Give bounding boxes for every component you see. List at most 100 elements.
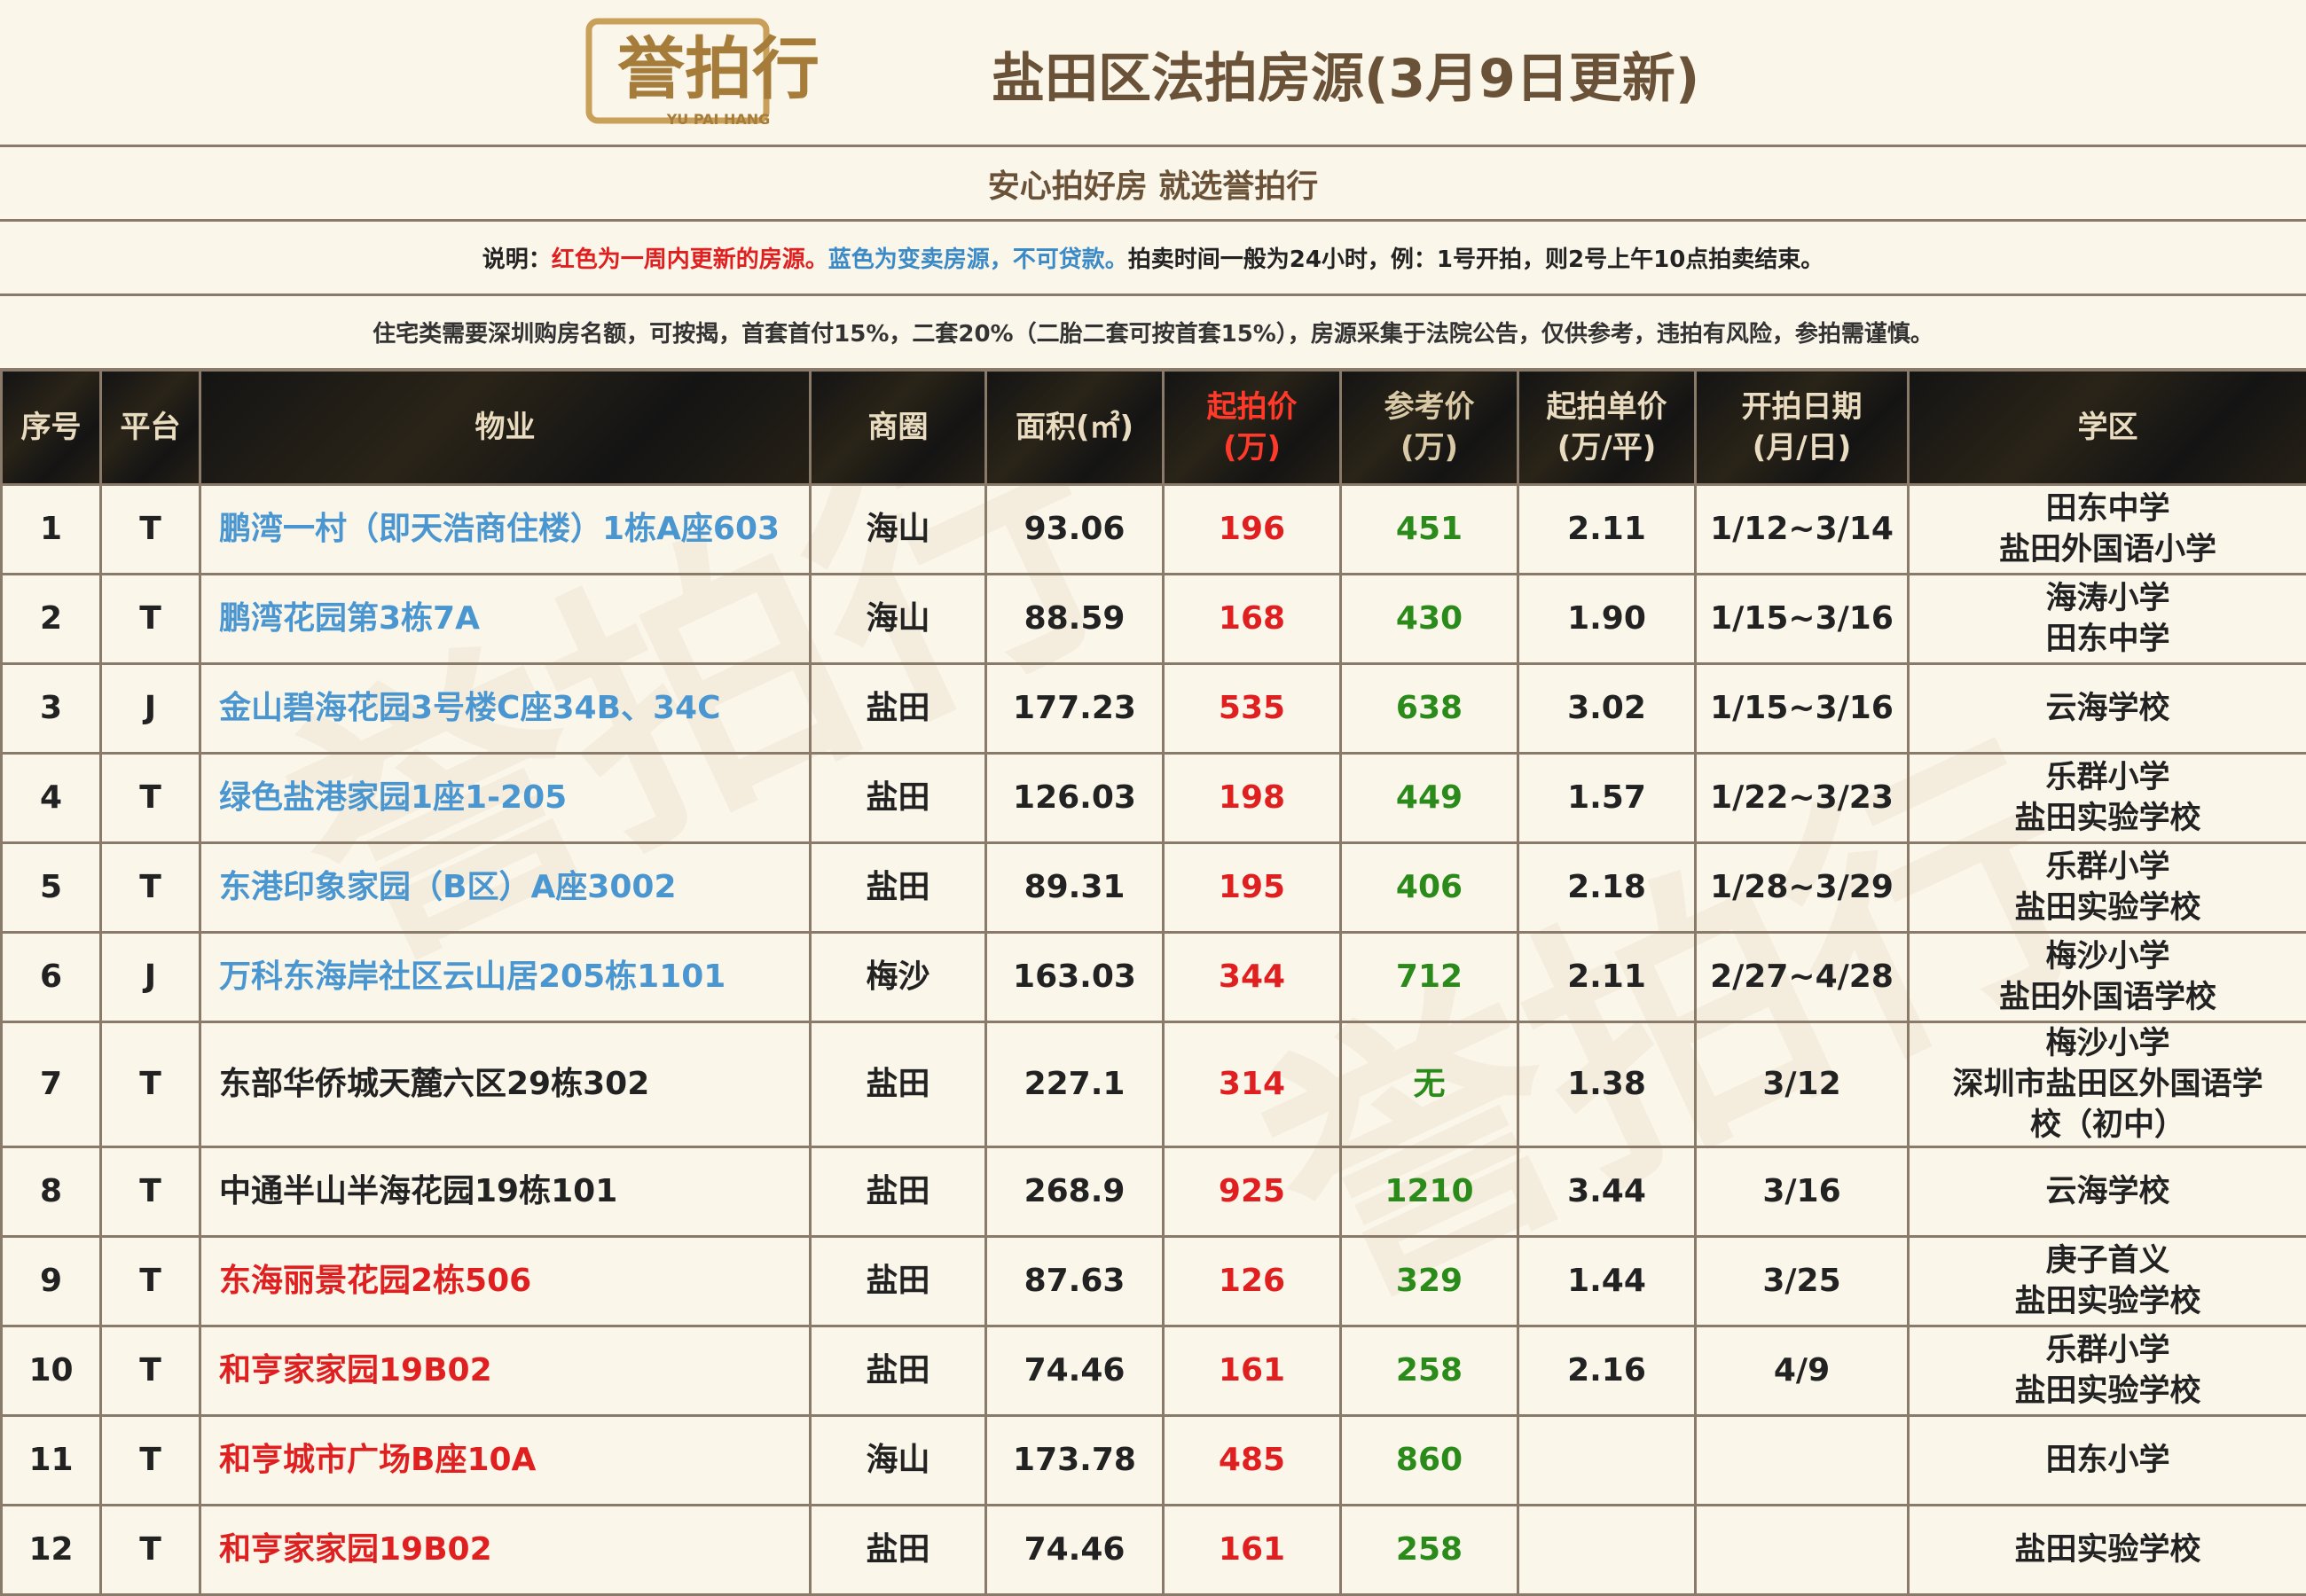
cell-date <box>1696 1506 1909 1595</box>
school-name: 云海学校 <box>1910 1171 2306 1212</box>
brand-logo: 誉拍行 YU PAI HANG <box>585 16 851 129</box>
cell-date: 2/27~4/28 <box>1696 933 1909 1022</box>
cell-school: 盐田实验学校 <box>1909 1506 2306 1595</box>
cell-area: 126.03 <box>986 754 1164 843</box>
table-row: 1T鹏湾一村（即天浩商住楼）1栋A座603海山93.061964512.111/… <box>2 485 2306 575</box>
cell-unit-price: 2.18 <box>1518 843 1696 933</box>
cell-area: 88.59 <box>986 575 1164 664</box>
school-name: 庚子首义 <box>1910 1240 2306 1281</box>
cell-platform: T <box>101 1147 200 1237</box>
cell-start-price: 196 <box>1164 485 1341 575</box>
cell-school: 海涛小学田东中学 <box>1909 575 2306 664</box>
table-row: 3J金山碧海花园3号楼C座34B、34C盐田177.235356383.021/… <box>2 664 2306 754</box>
cell-school: 乐群小学盐田实验学校 <box>1909 843 2306 933</box>
cell-no: 6 <box>2 933 101 1022</box>
school-name: 海涛小学 <box>1910 578 2306 619</box>
school-name: 深圳市盐田区外国语学 <box>1910 1064 2306 1105</box>
school-name: 盐田外国语小学 <box>1910 529 2306 570</box>
page-title: 盐田区法拍房源(3月9日更新) <box>992 35 1699 113</box>
rule-text: 住宅类需要深圳购房名额，可按揭，首套首付15%，二套20%（二胎二套可按首套15… <box>373 316 1933 348</box>
cell-no: 10 <box>2 1326 101 1416</box>
cell-unit-price: 2.11 <box>1518 933 1696 1022</box>
cell-district: 盐田 <box>811 1237 986 1326</box>
cell-unit-price: 1.38 <box>1518 1022 1696 1147</box>
cell-district: 盐田 <box>811 1506 986 1595</box>
school-name: 盐田实验学校 <box>1910 798 2306 839</box>
slogan-text: 安心拍好房 就选誉拍行 <box>988 160 1319 207</box>
cell-no: 3 <box>2 664 101 754</box>
col-header-unit-price-line1: 起拍单价 <box>1547 389 1667 425</box>
cell-school: 乐群小学盐田实验学校 <box>1909 1326 2306 1416</box>
col-header-date-line2: (月/日) <box>1753 430 1852 466</box>
cell-unit-price: 1.57 <box>1518 754 1696 843</box>
cell-property: 万科东海岸社区云山居205栋1101 <box>200 933 811 1022</box>
cell-property: 和亨城市广场B座10A <box>200 1416 811 1506</box>
table-row: 12T和亨家家园19B02盐田74.46161258盐田实验学校 <box>2 1506 2306 1595</box>
cell-property: 中通半山半海花园19栋101 <box>200 1147 811 1237</box>
cell-no: 12 <box>2 1506 101 1595</box>
cell-area: 89.31 <box>986 843 1164 933</box>
cell-district: 盐田 <box>811 1147 986 1237</box>
cell-school: 云海学校 <box>1909 1147 2306 1237</box>
cell-date: 1/28~3/29 <box>1696 843 1909 933</box>
cell-school: 乐群小学盐田实验学校 <box>1909 754 2306 843</box>
col-header-date-line1: 开拍日期 <box>1742 389 1863 425</box>
cell-ref-price: 638 <box>1341 664 1518 754</box>
cell-school: 梅沙小学盐田外国语学校 <box>1909 933 2306 1022</box>
cell-platform: T <box>101 1237 200 1326</box>
cell-start-price: 925 <box>1164 1147 1341 1237</box>
cell-area: 173.78 <box>986 1416 1164 1506</box>
cell-no: 4 <box>2 754 101 843</box>
note-red-legend: 红色为一周内更新的房源。 <box>552 246 828 273</box>
cell-property: 和亨家家园19B02 <box>200 1506 811 1595</box>
cell-date: 3/25 <box>1696 1237 1909 1326</box>
table-row: 5T东港印象家园（B区）A座3002盐田89.311954062.181/28~… <box>2 843 2306 933</box>
cell-unit-price: 3.02 <box>1518 664 1696 754</box>
col-header-property: 物业 <box>200 371 811 485</box>
cell-property: 金山碧海花园3号楼C座34B、34C <box>200 664 811 754</box>
school-name: 田东小学 <box>1910 1440 2306 1481</box>
col-header-school: 学区 <box>1909 371 2306 485</box>
cell-district: 梅沙 <box>811 933 986 1022</box>
cell-unit-price: 1.90 <box>1518 575 1696 664</box>
cell-platform: T <box>101 485 200 575</box>
cell-ref-price: 860 <box>1341 1416 1518 1506</box>
cell-platform: T <box>101 575 200 664</box>
cell-school: 云海学校 <box>1909 664 2306 754</box>
col-header-no: 序号 <box>2 371 101 485</box>
cell-area: 87.63 <box>986 1237 1164 1326</box>
cell-ref-price: 258 <box>1341 1506 1518 1595</box>
cell-date: 3/12 <box>1696 1022 1909 1147</box>
cell-area: 177.23 <box>986 664 1164 754</box>
school-name: 田东中学 <box>1910 489 2306 529</box>
cell-area: 163.03 <box>986 933 1164 1022</box>
cell-school: 庚子首义盐田实验学校 <box>1909 1237 2306 1326</box>
cell-property: 鹏湾花园第3栋7A <box>200 575 811 664</box>
cell-district: 海山 <box>811 1416 986 1506</box>
cell-district: 盐田 <box>811 1022 986 1147</box>
cell-area: 74.46 <box>986 1506 1164 1595</box>
col-header-ref-price-line1: 参考价 <box>1384 389 1475 425</box>
school-name: 乐群小学 <box>1910 757 2306 798</box>
school-name: 田东中学 <box>1910 619 2306 660</box>
cell-school: 田东中学盐田外国语小学 <box>1909 485 2306 575</box>
cell-platform: T <box>101 1022 200 1147</box>
cell-date: 1/22~3/23 <box>1696 754 1909 843</box>
cell-no: 5 <box>2 843 101 933</box>
table-row: 11T和亨城市广场B座10A海山173.78485860田东小学 <box>2 1416 2306 1506</box>
cell-area: 227.1 <box>986 1022 1164 1147</box>
table-row: 8T中通半山半海花园19栋101盐田268.992512103.443/16云海… <box>2 1147 2306 1237</box>
cell-area: 93.06 <box>986 485 1164 575</box>
col-header-district: 商圈 <box>811 371 986 485</box>
cell-ref-price: 329 <box>1341 1237 1518 1326</box>
school-name: 盐田实验学校 <box>1910 1281 2306 1322</box>
listing-sheet: 誉拍行 誉拍行 誉拍行 YU PAI HANG 盐田区法拍房源(3月9日更新) … <box>0 0 2306 1584</box>
table-row: 10T和亨家家园19B02盐田74.461612582.164/9乐群小学盐田实… <box>2 1326 2306 1416</box>
cell-property: 和亨家家园19B02 <box>200 1326 811 1416</box>
school-name: 乐群小学 <box>1910 1330 2306 1371</box>
table-row: 6J万科东海岸社区云山居205栋1101梅沙163.033447122.112/… <box>2 933 2306 1022</box>
school-name: 盐田实验学校 <box>1910 1371 2306 1412</box>
note-auction-rule: 拍卖时间一般为24小时，例：1号开拍，则2号上午10点拍卖结束。 <box>1128 246 1824 273</box>
cell-date: 4/9 <box>1696 1326 1909 1416</box>
cell-unit-price <box>1518 1506 1696 1595</box>
